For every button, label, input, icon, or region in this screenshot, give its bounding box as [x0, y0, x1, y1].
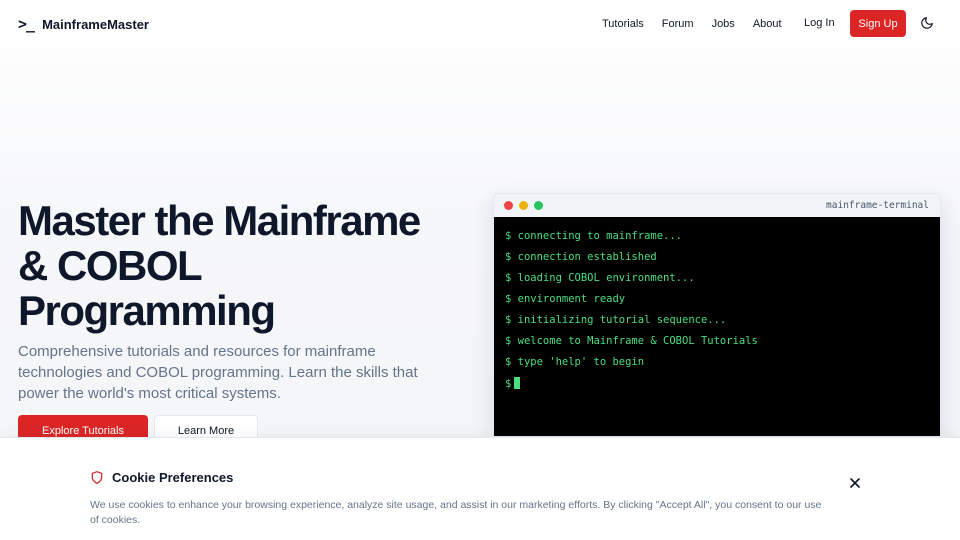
terminal-line: $ connecting to mainframe... [505, 230, 683, 242]
terminal-line: $ loading COBOL environment... [505, 272, 695, 284]
terminal-title-bar: mainframe-terminal [494, 194, 940, 217]
terminal-line: $ environment ready [505, 293, 626, 305]
terminal-prompt-icon: >_ [18, 15, 35, 33]
terminal-line: $ initializing tutorial sequence... [505, 314, 727, 326]
terminal-prompt: $ [505, 378, 512, 390]
login-link[interactable]: Log In [804, 17, 835, 29]
site-header: >_ MainframeMaster Tutorials Forum Jobs … [0, 0, 960, 48]
nav-tutorials[interactable]: Tutorials [602, 18, 644, 30]
terminal-window: mainframe-terminal $ connecting to mainf… [493, 193, 941, 437]
nav-about[interactable]: About [753, 18, 782, 30]
brand-logo[interactable]: >_ MainframeMaster [18, 15, 149, 33]
shield-icon [91, 471, 103, 484]
close-dot-icon [504, 201, 513, 210]
cookie-banner: Cookie Preferences We use cookies to enh… [0, 437, 960, 540]
main-nav: Tutorials Forum Jobs About [602, 0, 800, 48]
cookie-title: Cookie Preferences [112, 470, 234, 485]
terminal-prompt-line: $ [505, 377, 929, 398]
terminal-line: $ type 'help' to begin [505, 356, 645, 368]
cursor-icon [514, 377, 521, 389]
minimize-dot-icon [519, 201, 528, 210]
cookie-header: Cookie Preferences [90, 470, 233, 485]
nav-forum[interactable]: Forum [662, 18, 694, 30]
moon-icon[interactable] [920, 16, 934, 30]
maximize-dot-icon [534, 201, 543, 210]
signup-button[interactable]: Sign Up [850, 10, 906, 37]
terminal-line: $ connection established [505, 251, 657, 263]
cookie-description: We use cookies to enhance your browsing … [90, 499, 822, 526]
brand-name: MainframeMaster [42, 16, 149, 32]
terminal-output: $ connecting to mainframe... $ connectio… [494, 217, 940, 436]
terminal-title: mainframe-terminal [826, 200, 929, 211]
close-icon[interactable] [850, 478, 860, 488]
hero-subtitle: Comprehensive tutorials and resources fo… [18, 343, 418, 402]
hero-title: Master the Mainframe & COBOL Programming [18, 197, 421, 334]
terminal-line: $ welcome to Mainframe & COBOL Tutorials [505, 335, 758, 347]
nav-jobs[interactable]: Jobs [712, 18, 735, 30]
